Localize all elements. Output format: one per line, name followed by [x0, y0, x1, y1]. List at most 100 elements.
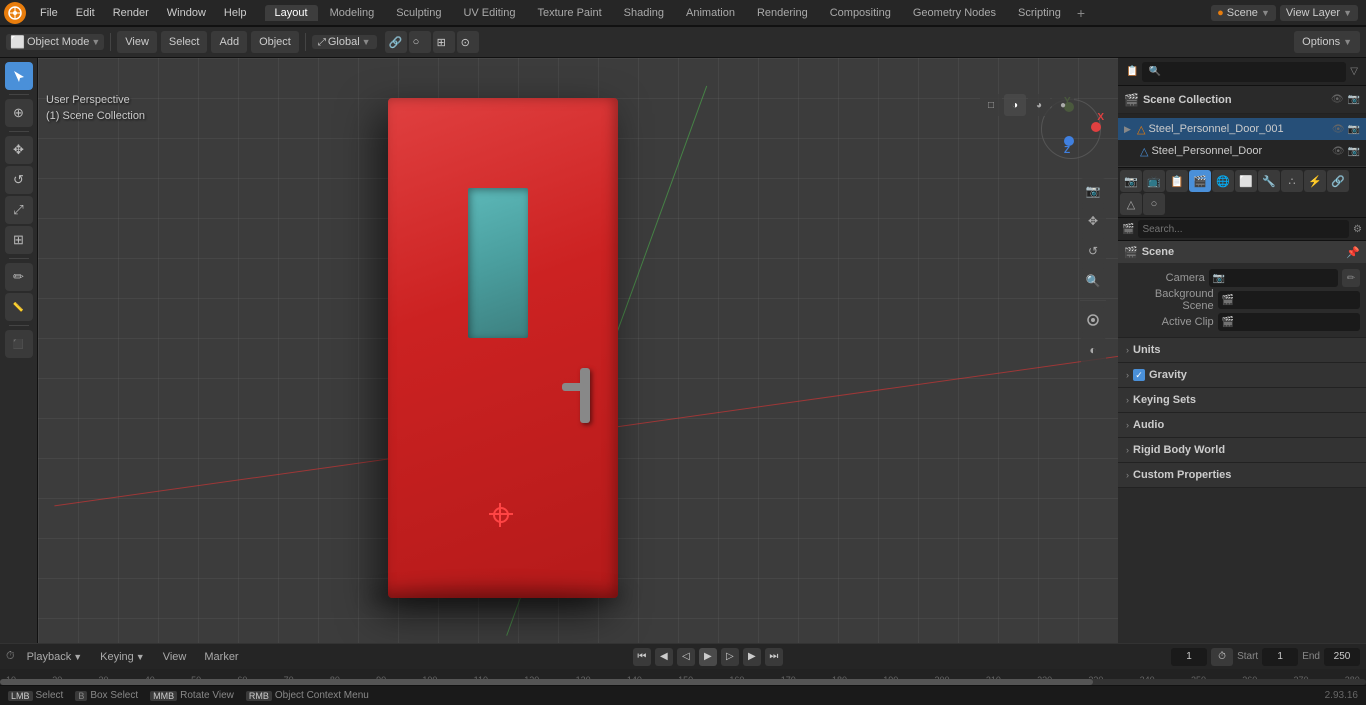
active-clip-selector[interactable]: 🎬 [1218, 313, 1360, 331]
viewport-3d[interactable]: User Perspective (1) Scene Collection X … [38, 58, 1118, 643]
tree-cam-1[interactable]: 📷 [1348, 146, 1360, 157]
playback-btn[interactable]: Playback ▼ [21, 650, 89, 664]
tree-item-1[interactable]: △ Steel_Personnel_Door 👁 📷 [1118, 140, 1366, 162]
snap-btn[interactable]: 🔗 [385, 31, 407, 53]
prop-tab-output[interactable]: 📺 [1143, 170, 1165, 192]
view-layer-selector[interactable]: View Layer ▼ [1280, 5, 1358, 21]
rotate-tool-btn[interactable]: ↺ [5, 166, 33, 194]
add-menu-btn[interactable]: Add [211, 31, 247, 53]
tab-geometry-nodes[interactable]: Geometry Nodes [903, 5, 1006, 21]
tab-texture-paint[interactable]: Texture Paint [527, 5, 611, 21]
cursor-tool-btn[interactable]: ⊕ [5, 99, 33, 127]
prop-tab-constraints[interactable]: 🔗 [1327, 170, 1349, 192]
select-tool-btn[interactable] [5, 62, 33, 90]
jump-fwd-btn[interactable]: ▷ [721, 648, 739, 666]
tree-cam-0[interactable]: 📷 [1348, 124, 1360, 135]
outliner-search-input[interactable] [1142, 62, 1346, 82]
annotate-tool-btn[interactable]: ✏ [5, 263, 33, 291]
prop-tab-scene[interactable]: 🎬 [1189, 170, 1211, 192]
move-tool-btn[interactable]: ✥ [5, 136, 33, 164]
rendered-btn[interactable]: ● [1052, 94, 1074, 116]
gravity-section-header[interactable]: › ✓ Gravity [1118, 363, 1366, 387]
keying-sets-header[interactable]: › Keying Sets [1118, 388, 1366, 412]
tree-eye-0[interactable]: 👁 [1332, 124, 1345, 135]
timeline-scrollbar[interactable] [0, 679, 1366, 685]
gizmo-x-axis[interactable] [1091, 122, 1101, 132]
jump-back-btn[interactable]: ◁ [677, 648, 695, 666]
measure-tool-btn[interactable]: 📏 [5, 293, 33, 321]
pivot-btn[interactable]: ⊙ [457, 31, 479, 53]
jump-start-btn[interactable]: ⏮ [633, 648, 651, 666]
properties-options-btn[interactable]: ⚙ [1353, 224, 1362, 235]
rigid-body-header[interactable]: › Rigid Body World [1118, 438, 1366, 462]
solid-btn[interactable]: ◑ [1004, 94, 1026, 116]
viewport-zoom-btn[interactable]: 🔍 [1080, 268, 1106, 294]
tree-item-0[interactable]: ▶ △ Steel_Personnel_Door_001 👁 📷 [1118, 118, 1366, 140]
viewport-camera-btn[interactable]: 📷 [1080, 178, 1106, 204]
view-menu-btn[interactable]: View [117, 31, 157, 53]
tab-compositing[interactable]: Compositing [820, 5, 901, 21]
prop-tab-view-layer[interactable]: 📋 [1166, 170, 1188, 192]
options-btn[interactable]: Options ▼ [1294, 31, 1360, 53]
timeline-view-btn[interactable]: View [157, 650, 193, 664]
next-frame-btn[interactable]: ▶ [743, 648, 761, 666]
keying-btn[interactable]: Keying ▼ [94, 650, 151, 664]
add-cube-tool-btn[interactable]: ⬛ [5, 330, 33, 358]
prop-tab-object-data[interactable]: △ [1120, 193, 1142, 215]
menu-help[interactable]: Help [216, 5, 255, 21]
transform-tool-btn[interactable]: ⊞ [5, 226, 33, 254]
outliner-type-icon[interactable]: 📋 [1126, 66, 1138, 77]
scene-section-header[interactable]: 🎬 Scene 📌 [1118, 241, 1366, 263]
audio-section-header[interactable]: › Audio [1118, 413, 1366, 437]
object-mode-selector[interactable]: ⬜ Object Mode ▼ [6, 34, 104, 50]
material-btn[interactable]: ◕ [1028, 94, 1050, 116]
current-frame-display[interactable]: 1 [1171, 648, 1207, 666]
tab-animation[interactable]: Animation [676, 5, 745, 21]
prev-frame-btn[interactable]: ◀ [655, 648, 673, 666]
scale-tool-btn[interactable]: ⤢ [5, 196, 33, 224]
add-workspace-btn[interactable]: + [1077, 5, 1085, 21]
outliner-filter-btn[interactable]: ▽ [1350, 66, 1358, 77]
timeline-type-icon[interactable]: ⏱ [6, 650, 15, 663]
transform-selector[interactable]: ⤢ Global ▼ [312, 35, 377, 49]
tab-modeling[interactable]: Modeling [320, 5, 385, 21]
tab-scripting[interactable]: Scripting [1008, 5, 1071, 21]
tab-rendering[interactable]: Rendering [747, 5, 818, 21]
viewport-material-mode-btn[interactable]: ◐ [1080, 337, 1106, 363]
start-frame-input[interactable]: 1 [1262, 648, 1298, 666]
viewport-transform-btn[interactable]: ✥ [1080, 208, 1106, 234]
viewport-render-mode-btn[interactable] [1080, 307, 1106, 333]
prop-tab-object[interactable]: ⬜ [1235, 170, 1257, 192]
scene-section-pin[interactable]: 📌 [1346, 246, 1360, 259]
select-menu-btn[interactable]: Select [161, 31, 208, 53]
units-section-header[interactable]: › Units [1118, 338, 1366, 362]
fps-btn[interactable]: ⏱ [1211, 648, 1233, 666]
viewport-rotate-btn[interactable]: ↺ [1080, 238, 1106, 264]
tab-layout[interactable]: Layout [265, 5, 318, 21]
tab-sculpting[interactable]: Sculpting [386, 5, 451, 21]
menu-render[interactable]: Render [105, 5, 157, 21]
play-btn[interactable]: ▶ [699, 648, 717, 666]
timeline-marker-btn[interactable]: Marker [198, 650, 244, 664]
jump-end-btn[interactable]: ⏭ [765, 648, 783, 666]
properties-search-input[interactable] [1138, 220, 1349, 238]
menu-edit[interactable]: Edit [68, 5, 103, 21]
transform-orientations-btn[interactable]: ⊞ [433, 31, 455, 53]
gravity-checkbox[interactable]: ✓ [1133, 369, 1145, 381]
scene-selector[interactable]: ● Scene ▼ [1211, 5, 1276, 21]
proportional-btn[interactable]: ○ [409, 31, 431, 53]
end-frame-input[interactable]: 250 [1324, 648, 1360, 666]
camera-selector[interactable]: 📷 [1209, 269, 1338, 287]
camera-edit-btn[interactable]: ✏ [1342, 269, 1360, 287]
prop-tab-physics[interactable]: ⚡ [1304, 170, 1326, 192]
menu-window[interactable]: Window [159, 5, 214, 21]
collection-eye-icon[interactable]: 👁 [1331, 94, 1344, 105]
tab-shading[interactable]: Shading [614, 5, 674, 21]
tab-uv-editing[interactable]: UV Editing [453, 5, 525, 21]
wireframe-btn[interactable]: □ [980, 94, 1002, 116]
tree-eye-1[interactable]: 👁 [1332, 146, 1345, 157]
prop-tab-particles[interactable]: ∴ [1281, 170, 1303, 192]
bg-scene-selector[interactable]: 🎬 [1218, 291, 1360, 309]
object-menu-btn[interactable]: Object [251, 31, 299, 53]
timeline-scroll-thumb[interactable] [0, 679, 1093, 685]
